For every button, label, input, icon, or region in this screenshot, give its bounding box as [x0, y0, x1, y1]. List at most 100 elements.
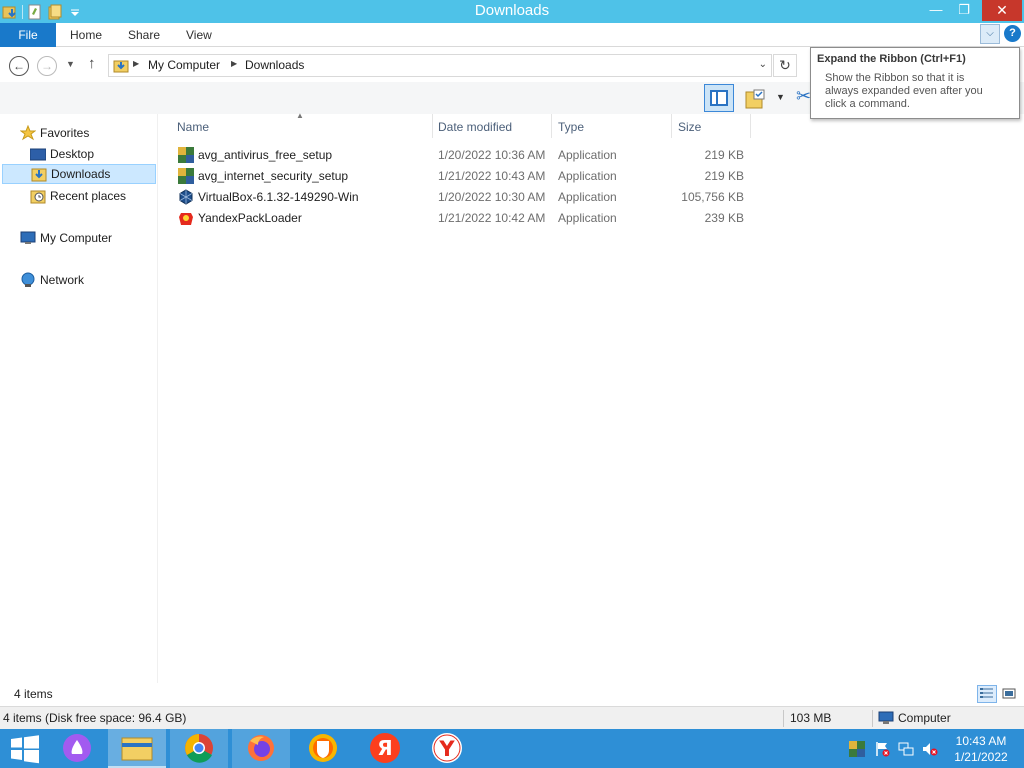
taskbar-firefox[interactable] [232, 729, 290, 768]
details-view-button[interactable] [977, 685, 997, 703]
sidebar-item-network[interactable]: Network [20, 270, 154, 290]
large-icons-view-icon [1002, 688, 1016, 699]
column-header-name[interactable]: Name [177, 114, 427, 140]
file-row[interactable]: VirtualBox-6.1.32-149290-Win 1/20/2022 1… [170, 187, 750, 208]
taskbar-yandex-browser[interactable]: Y [418, 729, 476, 768]
tooltip-line: Show the Ribbon so that it is [825, 72, 965, 84]
close-button[interactable]: ✕ [982, 0, 1022, 21]
folder-options-icon[interactable] [744, 88, 766, 113]
taskbar-avast-browser[interactable] [294, 729, 352, 768]
large-icons-view-button[interactable] [999, 685, 1019, 703]
tab-home[interactable]: Home [70, 23, 102, 47]
taskbar-clock[interactable]: 10:43 AM 1/21/2022 [945, 733, 1017, 765]
file-date: 1/20/2022 10:30 AM [438, 190, 546, 204]
svg-text:Y: Y [438, 737, 455, 761]
chevron-down-icon[interactable]: ▼ [776, 92, 785, 102]
downloads-folder-icon [31, 166, 47, 182]
avast-browser-icon [309, 734, 337, 762]
breadcrumb-downloads[interactable]: Downloads [245, 58, 304, 72]
tab-file[interactable]: File [0, 23, 56, 47]
clock-time: 10:43 AM [955, 734, 1007, 748]
minimize-button[interactable]: — [922, 0, 950, 21]
taskbar-chrome[interactable] [170, 729, 228, 768]
item-count: 4 items [14, 687, 53, 701]
status-divider [872, 710, 873, 727]
sidebar-item-label: Desktop [50, 147, 95, 161]
refresh-button[interactable]: ↻ [773, 54, 797, 77]
file-row[interactable]: avg_internet_security_setup 1/21/2022 10… [170, 166, 750, 187]
scissors-icon[interactable]: ✂ [796, 86, 811, 107]
virtualbox-icon [178, 189, 194, 205]
column-divider[interactable] [671, 114, 672, 138]
forward-button[interactable]: → [37, 56, 57, 76]
item-count-bar: 4 items [0, 683, 1024, 705]
file-date: 1/20/2022 10:36 AM [438, 148, 546, 162]
preview-pane-icon [710, 90, 728, 106]
sidebar-item-favorites[interactable]: Favorites [19, 123, 150, 143]
sidebar-item-downloads[interactable]: Downloads [2, 164, 156, 184]
sidebar-item-desktop[interactable]: Desktop [29, 144, 154, 164]
arrow-up-icon: ↑ [88, 55, 96, 72]
tooltip-body: Show the Ribbon so that it is always exp… [817, 72, 1013, 111]
windows-logo-icon [11, 735, 39, 764]
column-divider[interactable] [551, 114, 552, 138]
column-header-type[interactable]: Type [558, 114, 668, 140]
chrome-icon [185, 734, 213, 763]
sidebar-item-label: Favorites [40, 126, 90, 140]
status-selection-size: 103 MB [790, 711, 832, 725]
tooltip-line: click a command. [825, 98, 910, 110]
address-dropdown-icon[interactable]: ⌄ [759, 59, 767, 70]
maximize-button[interactable]: ❐ [950, 0, 978, 21]
file-size: 239 KB [704, 211, 744, 225]
status-items-free-space: 4 items (Disk free space: 96.4 GB) [3, 711, 187, 725]
preview-pane-button[interactable] [704, 84, 734, 112]
file-type: Application [558, 211, 617, 225]
column-header-size[interactable]: Size [678, 114, 748, 140]
avg-icon [178, 147, 194, 163]
arrow-right-icon: → [41, 59, 53, 73]
action-center-flag-icon[interactable] [874, 741, 890, 757]
breadcrumb-chevron-icon[interactable]: ▶ [133, 59, 139, 68]
column-divider[interactable] [432, 114, 433, 138]
column-header-date-modified[interactable]: Date modified [438, 114, 548, 140]
network-tray-icon[interactable] [898, 741, 914, 757]
firefox-icon [248, 735, 274, 761]
arrow-left-icon: ← [13, 59, 25, 73]
up-button[interactable]: ↑ [88, 55, 96, 72]
file-row[interactable]: avg_antivirus_free_setup 1/20/2022 10:36… [170, 145, 750, 166]
breadcrumb-my-computer[interactable]: My Computer [148, 58, 220, 72]
sidebar-item-my-computer[interactable]: My Computer [20, 228, 154, 248]
breadcrumb-chevron-icon[interactable]: ▶ [231, 59, 237, 68]
yandex-pack-icon [178, 210, 194, 226]
title-bar: Downloads — ❐ ✕ [0, 0, 1024, 23]
expand-ribbon-button[interactable]: ⌵ [980, 24, 1000, 44]
file-name: VirtualBox-6.1.32-149290-Win [198, 190, 359, 204]
file-row[interactable]: YandexPackLoader 1/21/2022 10:42 AM Appl… [170, 208, 750, 229]
start-button[interactable] [0, 729, 50, 768]
navigation-pane: Favorites Desktop Downloads Recent place… [0, 114, 158, 683]
file-name: avg_internet_security_setup [198, 169, 349, 183]
file-size: 105,756 KB [681, 190, 744, 204]
file-name: avg_antivirus_free_setup [198, 148, 333, 162]
file-name: YandexPackLoader [198, 211, 302, 225]
file-size: 219 KB [704, 148, 744, 162]
address-bar[interactable]: ▶ My Computer ▶ Downloads ⌄ [108, 54, 772, 77]
sidebar-item-recent-places[interactable]: Recent places [30, 186, 154, 206]
tab-share[interactable]: Share [128, 23, 160, 47]
file-size: 219 KB [704, 169, 744, 183]
taskbar-alice[interactable] [50, 729, 108, 768]
taskbar-yandex-ya[interactable]: Я [356, 729, 414, 768]
tray-avg-icon[interactable] [849, 741, 865, 757]
file-explorer-icon [121, 737, 153, 761]
help-button[interactable]: ? [1004, 25, 1021, 42]
back-button[interactable]: ← [9, 56, 29, 76]
svg-text:Я: Я [377, 736, 392, 760]
recent-locations-button[interactable]: ▼ [66, 59, 75, 69]
tab-view[interactable]: View [186, 23, 212, 47]
yandex-ya-icon: Я [370, 733, 400, 763]
sidebar-item-label: Downloads [51, 167, 111, 181]
column-divider[interactable] [750, 114, 751, 138]
tooltip-line: always expanded even after you [825, 85, 983, 97]
volume-muted-icon[interactable] [922, 741, 938, 757]
taskbar-file-explorer[interactable] [108, 729, 166, 768]
